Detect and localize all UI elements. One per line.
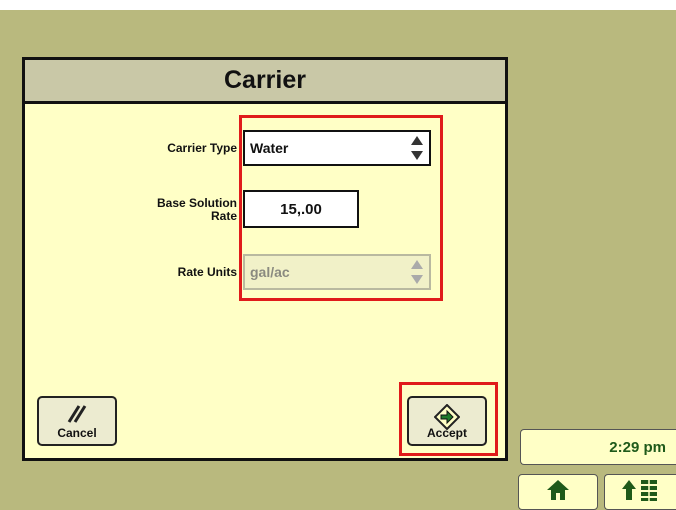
clock: 2:29 pm (520, 429, 676, 465)
home-button[interactable] (518, 474, 598, 510)
up-down-arrows-icon[interactable] (409, 133, 425, 163)
double-slash-icon (65, 404, 89, 427)
rate-units-value: gal/ac (250, 264, 290, 280)
carrier-type-label: Carrier Type (167, 141, 237, 155)
base-solution-rate-label-line2: Rate (210, 209, 237, 223)
base-solution-rate-input[interactable]: 15,.00 (243, 190, 359, 228)
menu-button[interactable] (604, 474, 676, 510)
base-solution-rate-label: Base Solution Rate (97, 197, 237, 223)
cancel-button-label: Cancel (57, 426, 97, 440)
dialog-title: Carrier (25, 60, 505, 104)
carrier-dialog: Carrier Carrier Type Water Base Solution… (22, 57, 508, 461)
top-band (0, 0, 676, 10)
carrier-type-value: Water (250, 140, 289, 156)
up-arrow-list-icon (620, 478, 662, 507)
rate-units-label: Rate Units (177, 265, 237, 279)
rate-units-select: gal/ac (243, 254, 431, 290)
arrow-diamond-icon (433, 403, 461, 433)
home-icon (546, 479, 570, 506)
accept-button[interactable]: Accept (407, 396, 487, 446)
cancel-button[interactable]: Cancel (37, 396, 117, 446)
carrier-type-select[interactable]: Water (243, 130, 431, 166)
up-down-arrows-icon (409, 257, 425, 287)
